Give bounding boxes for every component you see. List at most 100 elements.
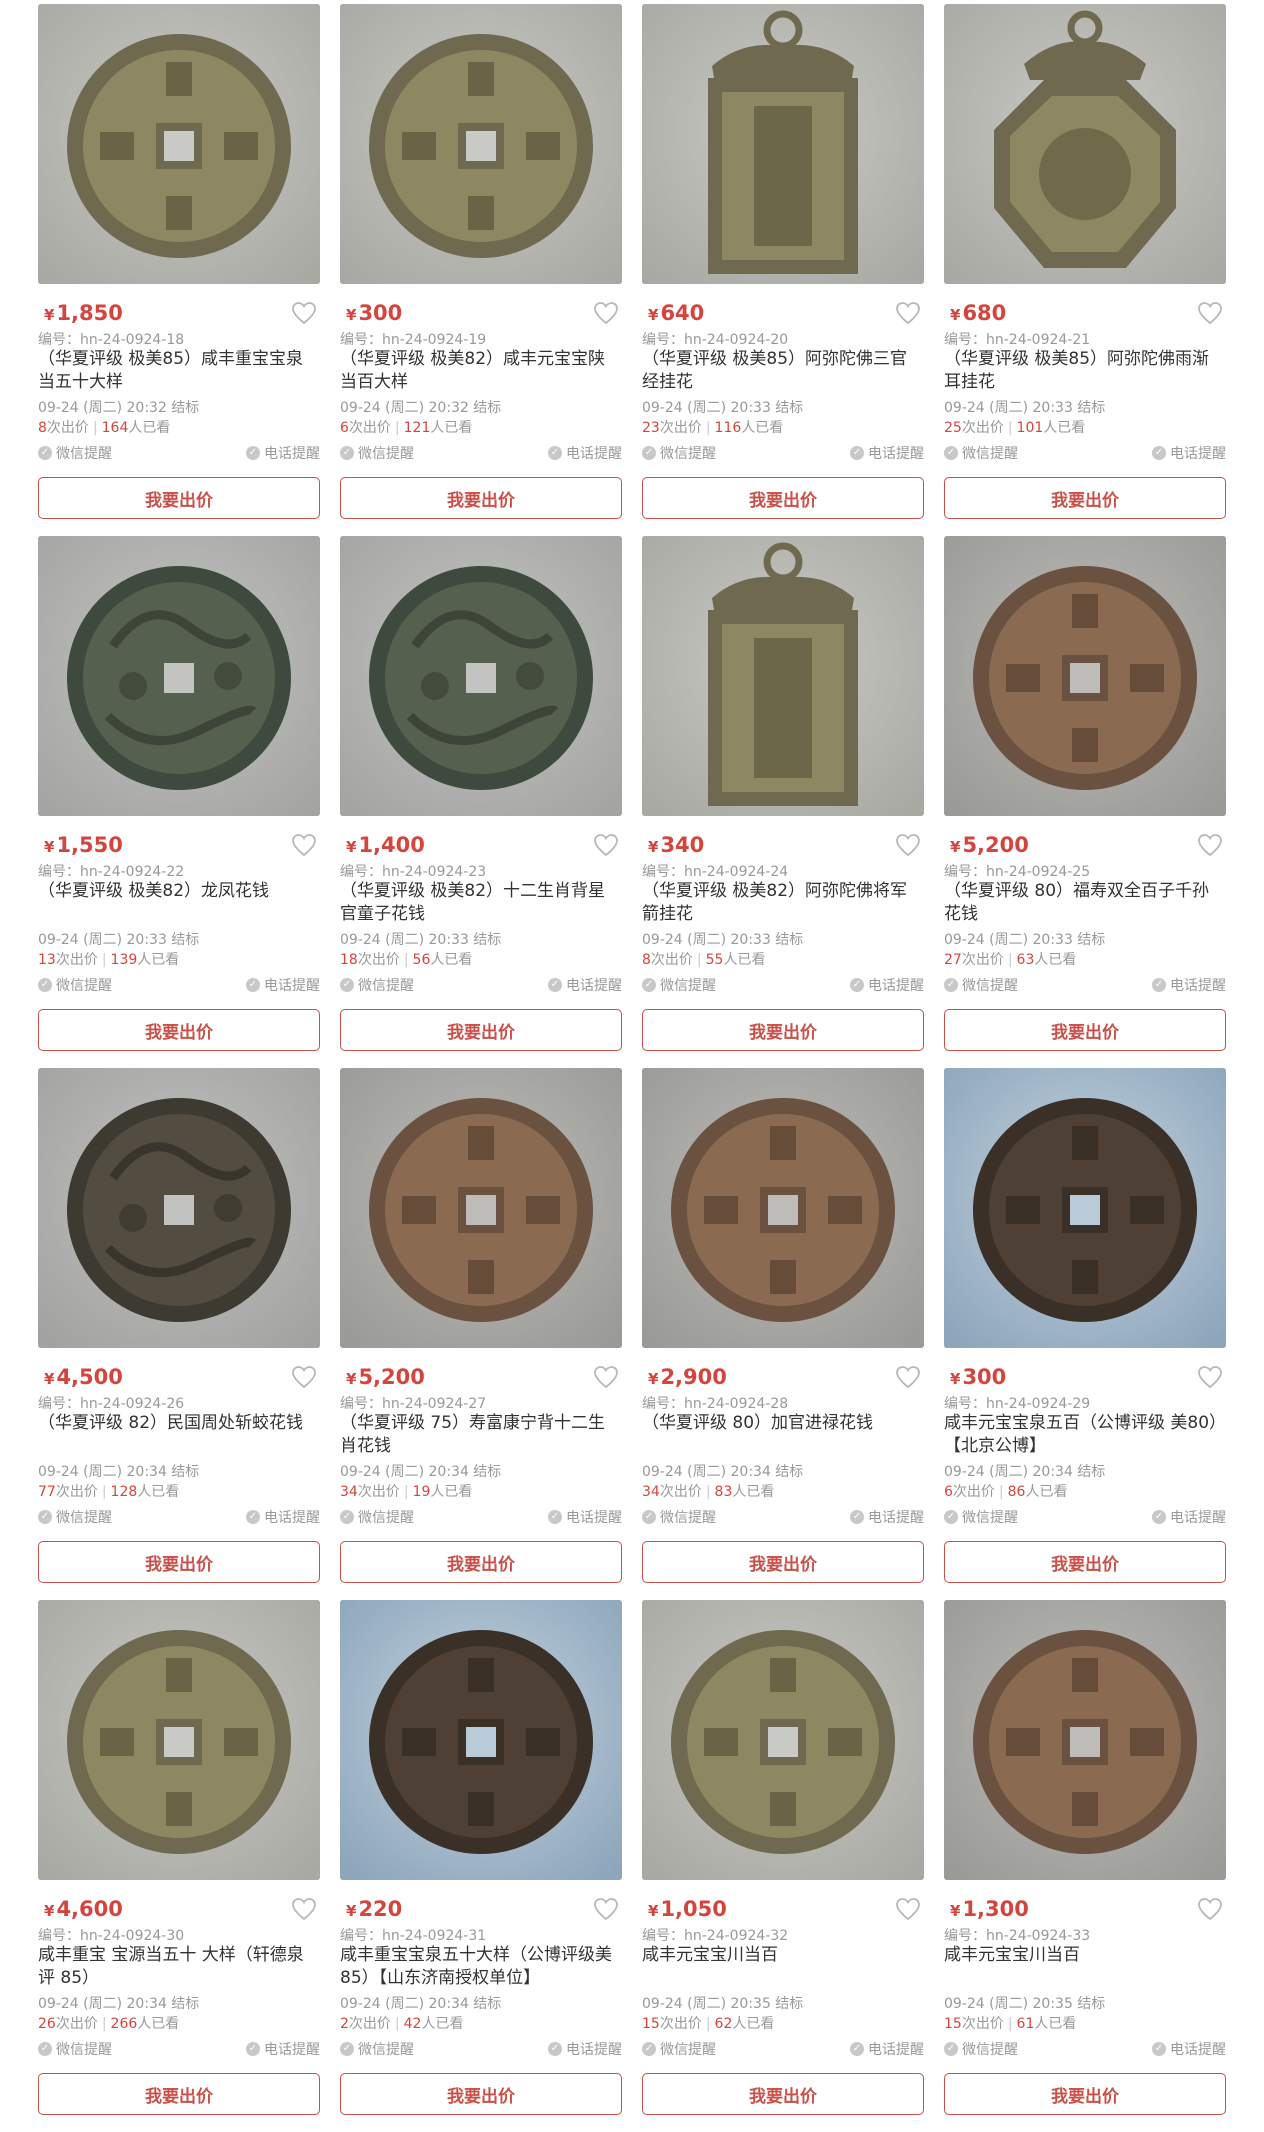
wechat-reminder[interactable]: ✓ 微信提醒: [642, 2039, 716, 2059]
lot-card[interactable]: ¥5,200 编号：hn-24-0924-25 （华夏评级 80）福寿双全百子千孙花…: [944, 536, 1226, 1068]
phone-reminder[interactable]: ✓ 电话提醒: [1152, 443, 1226, 463]
phone-reminder[interactable]: ✓ 电话提醒: [246, 1507, 320, 1527]
place-bid-button[interactable]: 我要出价: [340, 2073, 622, 2115]
lot-image[interactable]: [944, 1600, 1226, 1880]
wechat-reminder[interactable]: ✓ 微信提醒: [38, 2039, 112, 2059]
favorite-heart-icon[interactable]: [894, 1895, 922, 1923]
phone-reminder[interactable]: ✓ 电话提醒: [548, 2039, 622, 2059]
wechat-reminder[interactable]: ✓ 微信提醒: [38, 1507, 112, 1527]
lot-image[interactable]: [38, 4, 320, 284]
lot-image[interactable]: [340, 536, 622, 816]
lot-title[interactable]: （华夏评级 极美82）龙凤花钱: [38, 880, 320, 926]
phone-reminder[interactable]: ✓ 电话提醒: [1152, 975, 1226, 995]
wechat-reminder[interactable]: ✓ 微信提醒: [944, 2039, 1018, 2059]
favorite-heart-icon[interactable]: [1196, 1895, 1224, 1923]
lot-card[interactable]: ¥5,200 编号：hn-24-0924-27 （华夏评级 75）寿富康宁背十二生肖…: [340, 1068, 622, 1600]
lot-card[interactable]: ¥1,850 编号：hn-24-0924-18 （华夏评级 极美85）咸丰重宝宝泉当…: [38, 4, 320, 536]
place-bid-button[interactable]: 我要出价: [944, 2073, 1226, 2115]
phone-reminder[interactable]: ✓ 电话提醒: [246, 443, 320, 463]
favorite-heart-icon[interactable]: [592, 831, 620, 859]
favorite-heart-icon[interactable]: [894, 299, 922, 327]
lot-card[interactable]: ¥1,050 编号：hn-24-0924-32 咸丰元宝宝川当百 09-24 (周二)…: [642, 1600, 924, 2132]
place-bid-button[interactable]: 我要出价: [944, 1009, 1226, 1051]
lot-image[interactable]: [340, 1068, 622, 1348]
lot-image[interactable]: [944, 4, 1226, 284]
place-bid-button[interactable]: 我要出价: [944, 1541, 1226, 1583]
wechat-reminder[interactable]: ✓ 微信提醒: [642, 975, 716, 995]
place-bid-button[interactable]: 我要出价: [944, 477, 1226, 519]
wechat-reminder[interactable]: ✓ 微信提醒: [38, 443, 112, 463]
phone-reminder[interactable]: ✓ 电话提醒: [850, 2039, 924, 2059]
place-bid-button[interactable]: 我要出价: [642, 1009, 924, 1051]
lot-card[interactable]: ¥2,900 编号：hn-24-0924-28 （华夏评级 80）加官进禄花钱 09-…: [642, 1068, 924, 1600]
lot-image[interactable]: [642, 1068, 924, 1348]
wechat-reminder[interactable]: ✓ 微信提醒: [642, 443, 716, 463]
place-bid-button[interactable]: 我要出价: [642, 477, 924, 519]
phone-reminder[interactable]: ✓ 电话提醒: [548, 443, 622, 463]
place-bid-button[interactable]: 我要出价: [642, 1541, 924, 1583]
phone-reminder[interactable]: ✓ 电话提醒: [246, 975, 320, 995]
place-bid-button[interactable]: 我要出价: [38, 1009, 320, 1051]
place-bid-button[interactable]: 我要出价: [340, 477, 622, 519]
favorite-heart-icon[interactable]: [290, 299, 318, 327]
phone-reminder[interactable]: ✓ 电话提醒: [1152, 1507, 1226, 1527]
phone-reminder[interactable]: ✓ 电话提醒: [246, 2039, 320, 2059]
place-bid-button[interactable]: 我要出价: [340, 1541, 622, 1583]
lot-title[interactable]: 咸丰重宝宝泉五十大样（公博评级美85）【山东济南授权单位】: [340, 1944, 622, 1990]
lot-title[interactable]: 咸丰元宝宝川当百: [944, 1944, 1226, 1990]
lot-card[interactable]: ¥640 编号：hn-24-0924-20 （华夏评级 极美85）阿弥陀佛三官经挂花…: [642, 4, 924, 536]
lot-title[interactable]: （华夏评级 极美85）咸丰重宝宝泉当五十大样: [38, 348, 320, 394]
lot-image[interactable]: [944, 1068, 1226, 1348]
favorite-heart-icon[interactable]: [290, 831, 318, 859]
lot-title[interactable]: （华夏评级 极美85）阿弥陀佛三官经挂花: [642, 348, 924, 394]
lot-title[interactable]: （华夏评级 极美85）阿弥陀佛雨渐耳挂花: [944, 348, 1226, 394]
wechat-reminder[interactable]: ✓ 微信提醒: [340, 975, 414, 995]
lot-image[interactable]: [642, 536, 924, 816]
wechat-reminder[interactable]: ✓ 微信提醒: [944, 443, 1018, 463]
phone-reminder[interactable]: ✓ 电话提醒: [1152, 2039, 1226, 2059]
lot-card[interactable]: ¥4,600 编号：hn-24-0924-30 咸丰重宝 宝源当五十 大样（轩德泉评…: [38, 1600, 320, 2132]
lot-card[interactable]: ¥300 编号：hn-24-0924-29 咸丰元宝宝泉五百（公博评级 美80）【北…: [944, 1068, 1226, 1600]
lot-image[interactable]: [38, 1600, 320, 1880]
wechat-reminder[interactable]: ✓ 微信提醒: [944, 1507, 1018, 1527]
lot-title[interactable]: （华夏评级 极美82）十二生肖背星官童子花钱: [340, 880, 622, 926]
phone-reminder[interactable]: ✓ 电话提醒: [850, 1507, 924, 1527]
lot-title[interactable]: 咸丰重宝 宝源当五十 大样（轩德泉评 85）: [38, 1944, 320, 1990]
place-bid-button[interactable]: 我要出价: [38, 1541, 320, 1583]
place-bid-button[interactable]: 我要出价: [642, 2073, 924, 2115]
favorite-heart-icon[interactable]: [592, 299, 620, 327]
phone-reminder[interactable]: ✓ 电话提醒: [548, 1507, 622, 1527]
favorite-heart-icon[interactable]: [894, 831, 922, 859]
place-bid-button[interactable]: 我要出价: [38, 477, 320, 519]
lot-card[interactable]: ¥1,300 编号：hn-24-0924-33 咸丰元宝宝川当百 09-24 (周二)…: [944, 1600, 1226, 2132]
lot-title[interactable]: （华夏评级 75）寿富康宁背十二生肖花钱: [340, 1412, 622, 1458]
lot-card[interactable]: ¥220 编号：hn-24-0924-31 咸丰重宝宝泉五十大样（公博评级美85）【…: [340, 1600, 622, 2132]
lot-card[interactable]: ¥1,550 编号：hn-24-0924-22 （华夏评级 极美82）龙凤花钱 09-…: [38, 536, 320, 1068]
lot-title[interactable]: 咸丰元宝宝川当百: [642, 1944, 924, 1990]
lot-title[interactable]: （华夏评级 82）民国周处斩蛟花钱: [38, 1412, 320, 1458]
favorite-heart-icon[interactable]: [290, 1363, 318, 1391]
lot-image[interactable]: [340, 1600, 622, 1880]
wechat-reminder[interactable]: ✓ 微信提醒: [944, 975, 1018, 995]
lot-image[interactable]: [944, 536, 1226, 816]
lot-image[interactable]: [642, 1600, 924, 1880]
wechat-reminder[interactable]: ✓ 微信提醒: [340, 2039, 414, 2059]
place-bid-button[interactable]: 我要出价: [340, 1009, 622, 1051]
favorite-heart-icon[interactable]: [592, 1895, 620, 1923]
wechat-reminder[interactable]: ✓ 微信提醒: [38, 975, 112, 995]
lot-card[interactable]: ¥300 编号：hn-24-0924-19 （华夏评级 极美82）咸丰元宝宝陕当百大…: [340, 4, 622, 536]
lot-card[interactable]: ¥680 编号：hn-24-0924-21 （华夏评级 极美85）阿弥陀佛雨渐耳挂花…: [944, 4, 1226, 536]
favorite-heart-icon[interactable]: [1196, 831, 1224, 859]
lot-title[interactable]: （华夏评级 80）福寿双全百子千孙花钱: [944, 880, 1226, 926]
lot-card[interactable]: ¥4,500 编号：hn-24-0924-26 （华夏评级 82）民国周处斩蛟花钱 0…: [38, 1068, 320, 1600]
favorite-heart-icon[interactable]: [1196, 299, 1224, 327]
phone-reminder[interactable]: ✓ 电话提醒: [548, 975, 622, 995]
lot-title[interactable]: （华夏评级 极美82）咸丰元宝宝陕当百大样: [340, 348, 622, 394]
lot-image[interactable]: [38, 1068, 320, 1348]
favorite-heart-icon[interactable]: [894, 1363, 922, 1391]
lot-title[interactable]: 咸丰元宝宝泉五百（公博评级 美80）【北京公博】: [944, 1412, 1226, 1458]
phone-reminder[interactable]: ✓ 电话提醒: [850, 443, 924, 463]
lot-image[interactable]: [642, 4, 924, 284]
place-bid-button[interactable]: 我要出价: [38, 2073, 320, 2115]
wechat-reminder[interactable]: ✓ 微信提醒: [340, 1507, 414, 1527]
